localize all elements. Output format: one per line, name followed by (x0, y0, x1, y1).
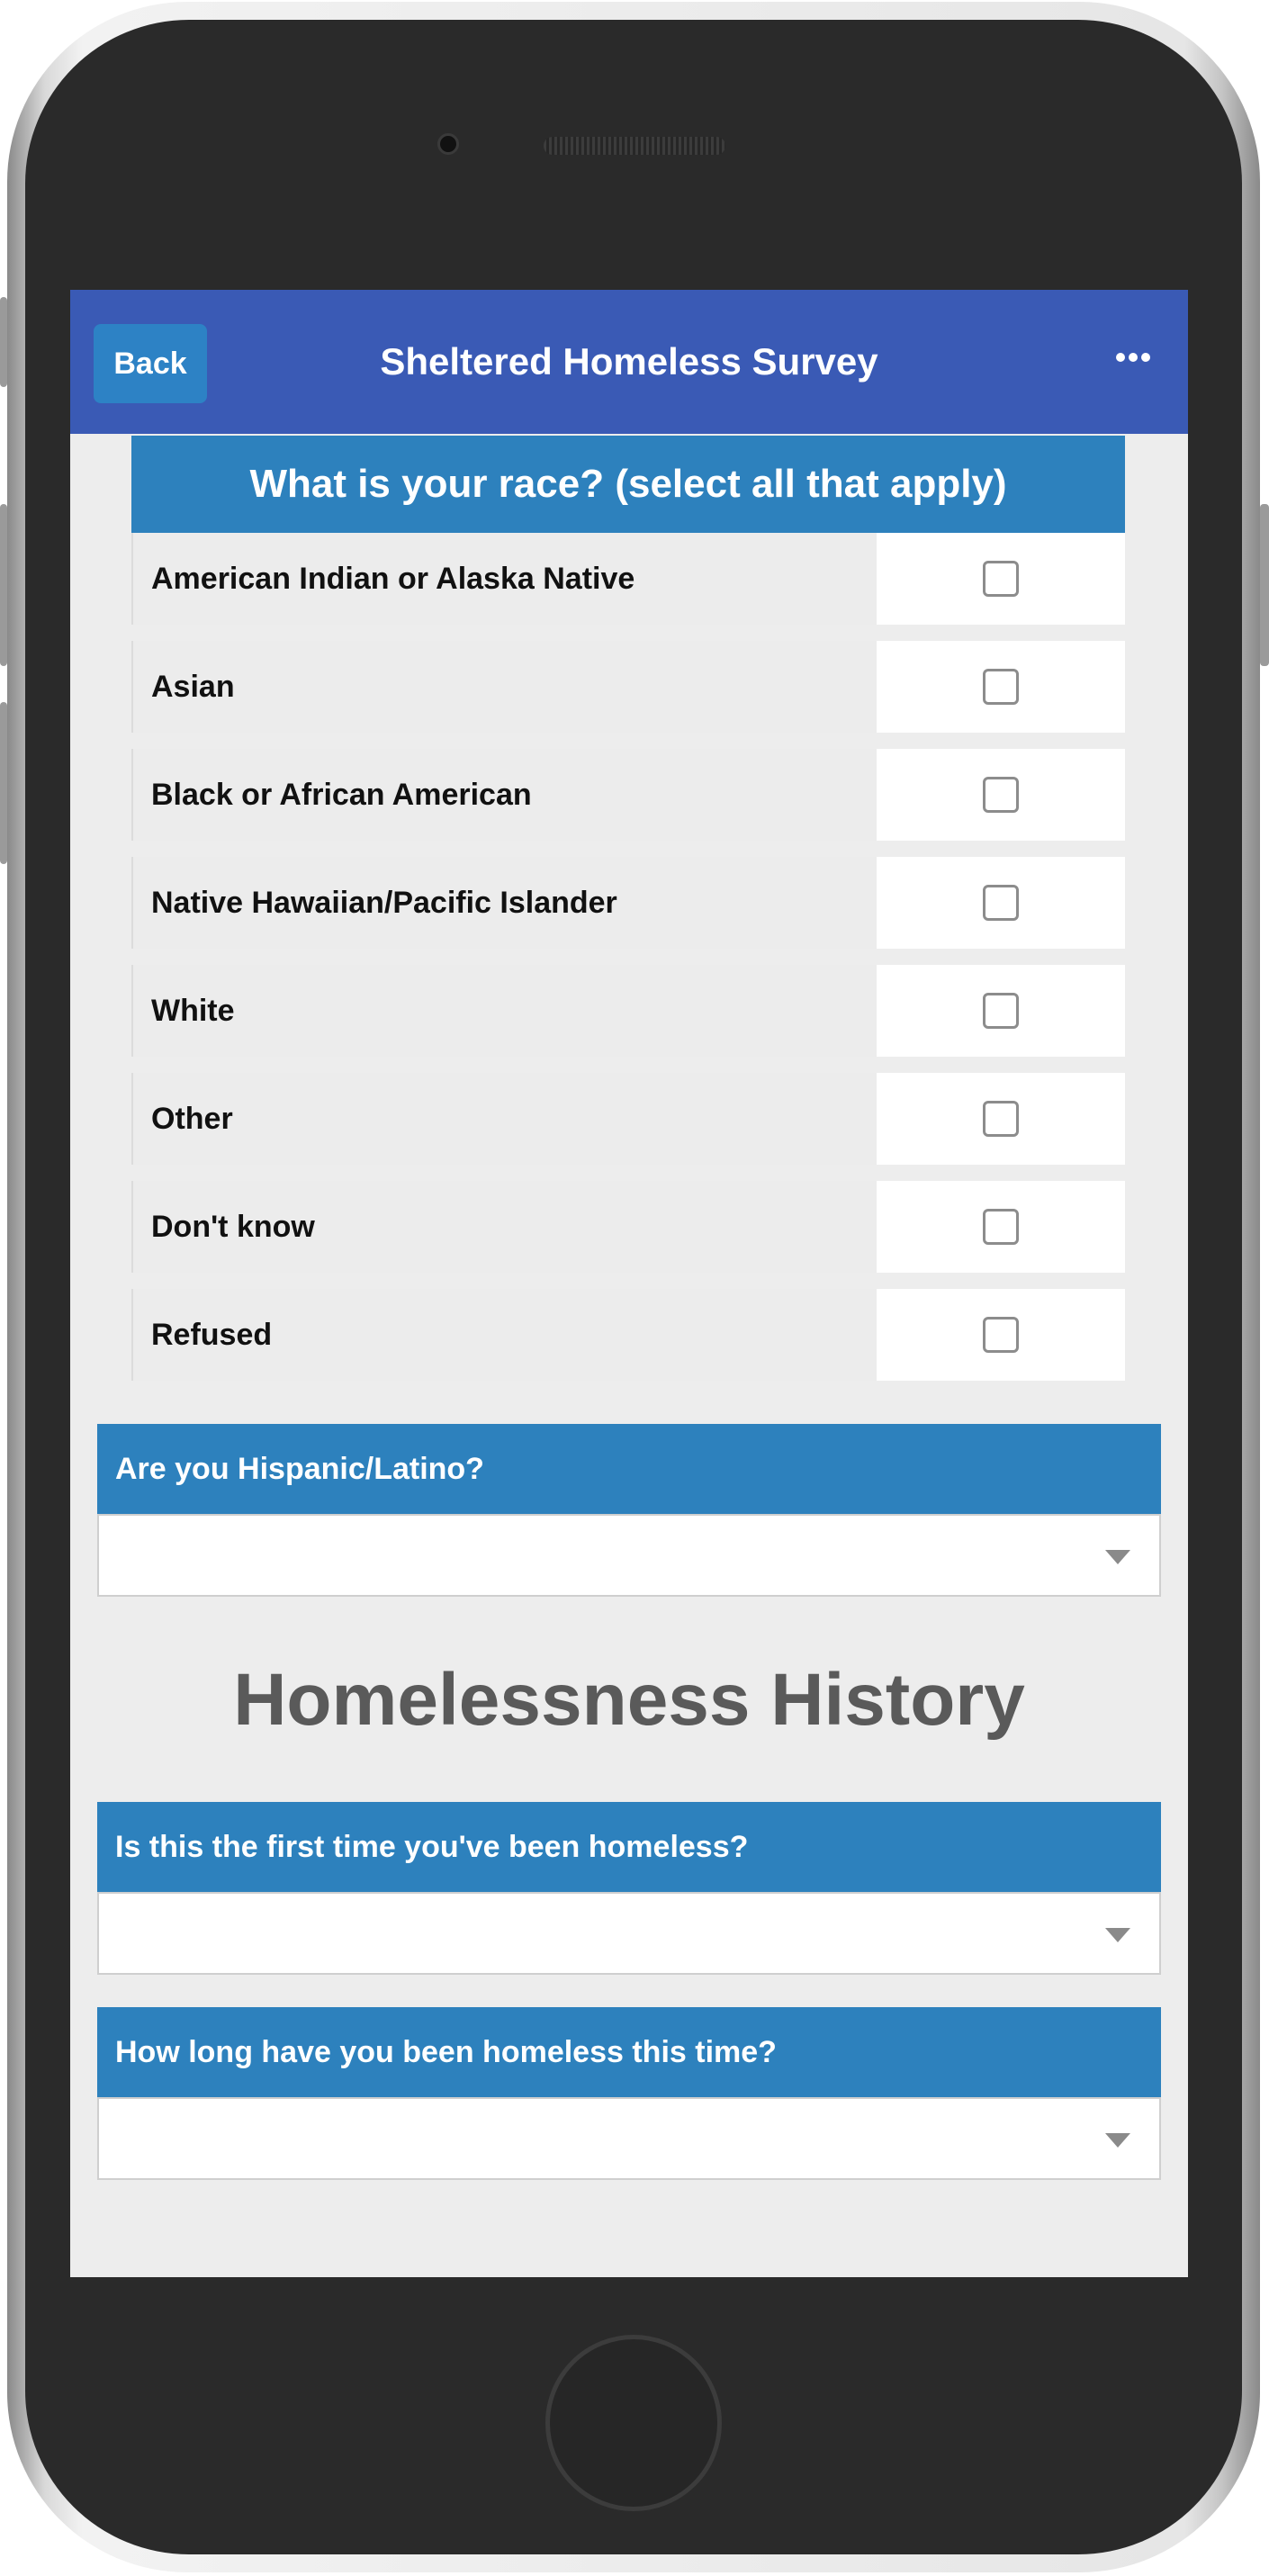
checkbox[interactable] (983, 669, 1019, 705)
race-option-pacific-islander[interactable]: Native Hawaiian/Pacific Islander (131, 857, 1125, 949)
race-option-asian[interactable]: Asian (131, 641, 1125, 733)
race-question-label: What is your race? (select all that appl… (131, 436, 1125, 533)
how-long-select[interactable] (97, 2097, 1161, 2180)
earpiece-speaker (544, 137, 725, 155)
volume-up-button (0, 504, 7, 666)
volume-down-button (0, 702, 7, 864)
back-button[interactable]: Back (94, 324, 207, 403)
race-option-label: White (133, 965, 877, 1057)
home-button[interactable] (545, 2335, 722, 2511)
how-long-question: How long have you been homeless this tim… (97, 2007, 1161, 2180)
more-horizontal-icon[interactable] (1116, 353, 1150, 365)
race-option-black[interactable]: Black or African American (131, 749, 1125, 841)
checkbox[interactable] (983, 1317, 1019, 1353)
checkbox[interactable] (983, 561, 1019, 597)
hispanic-select[interactable] (97, 1514, 1161, 1597)
race-options: American Indian or Alaska Native Asian B… (131, 533, 1125, 1381)
front-camera (437, 133, 459, 155)
chevron-down-icon (1105, 1550, 1130, 1564)
checkbox[interactable] (983, 1209, 1019, 1245)
race-question: What is your race? (select all that appl… (131, 436, 1125, 1381)
race-option-dont-know[interactable]: Don't know (131, 1181, 1125, 1273)
race-option-label: American Indian or Alaska Native (133, 533, 877, 625)
how-long-question-label: How long have you been homeless this tim… (97, 2007, 1161, 2097)
app-screen: Back Sheltered Homeless Survey What is y… (70, 290, 1188, 2277)
checkbox[interactable] (983, 777, 1019, 813)
first-time-question-label: Is this the first time you've been homel… (97, 1802, 1161, 1892)
hispanic-question-label: Are you Hispanic/Latino? (97, 1424, 1161, 1514)
first-time-select[interactable] (97, 1892, 1161, 1975)
chevron-down-icon (1105, 1928, 1130, 1942)
power-button (1260, 504, 1269, 666)
race-option-label: Don't know (133, 1181, 877, 1273)
mute-switch (0, 297, 7, 387)
race-option-white[interactable]: White (131, 965, 1125, 1057)
race-option-label: Other (133, 1073, 877, 1165)
hispanic-question: Are you Hispanic/Latino? (97, 1424, 1161, 1597)
page-title: Sheltered Homeless Survey (380, 340, 878, 383)
app-header: Back Sheltered Homeless Survey (70, 290, 1188, 434)
checkbox[interactable] (983, 885, 1019, 921)
race-option-label: Asian (133, 641, 877, 733)
race-option-american-indian[interactable]: American Indian or Alaska Native (131, 533, 1125, 625)
first-time-question: Is this the first time you've been homel… (97, 1802, 1161, 1975)
checkbox[interactable] (983, 1101, 1019, 1137)
checkbox[interactable] (983, 993, 1019, 1029)
race-option-other[interactable]: Other (131, 1073, 1125, 1165)
race-option-refused[interactable]: Refused (131, 1289, 1125, 1381)
race-option-label: Refused (133, 1289, 877, 1381)
section-title: Homelessness History (233, 1659, 1025, 1741)
race-option-label: Black or African American (133, 749, 877, 841)
chevron-down-icon (1105, 2133, 1130, 2148)
race-option-label: Native Hawaiian/Pacific Islander (133, 857, 877, 949)
